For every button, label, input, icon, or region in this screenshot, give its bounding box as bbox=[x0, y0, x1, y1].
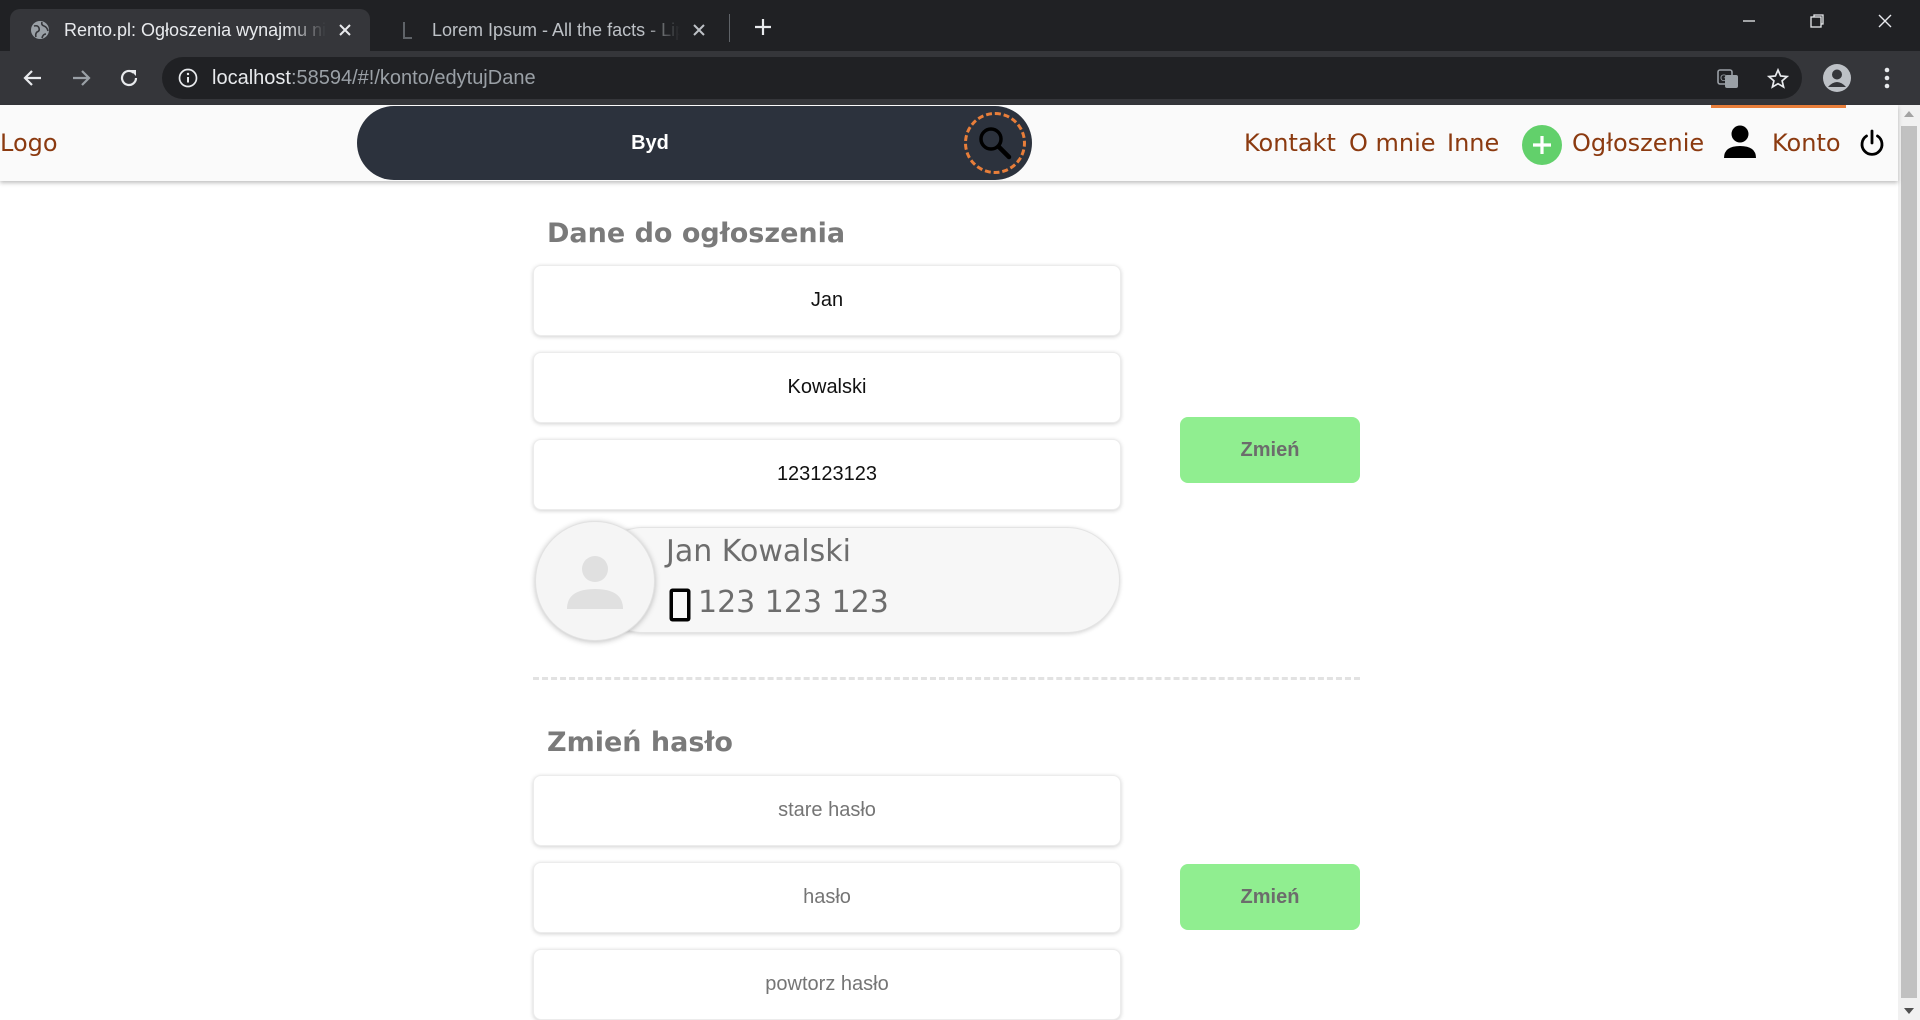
nav-link-o-mnie[interactable]: O mnie bbox=[1349, 129, 1436, 157]
url-text: localhost:58594/#!/konto/edytujDane bbox=[212, 67, 536, 89]
close-tab-icon[interactable] bbox=[334, 19, 356, 41]
tab-title: Rento.pl: Ogłoszenia wynajmu nieruchomoś… bbox=[64, 19, 326, 40]
repeat-password-field bbox=[533, 949, 1121, 1020]
new-tab-icon[interactable] bbox=[748, 12, 778, 42]
translate-icon[interactable]: G bbox=[1716, 67, 1740, 91]
site-logo[interactable]: Logo bbox=[0, 129, 58, 157]
preview-phone: 123 123 123 bbox=[698, 585, 889, 620]
close-window-icon[interactable] bbox=[1850, 0, 1920, 42]
search-input[interactable] bbox=[357, 106, 943, 180]
ad-data-section-title: Dane do ogłoszenia bbox=[547, 218, 846, 249]
last-name-field bbox=[533, 352, 1121, 423]
page-scrollbar[interactable] bbox=[1898, 105, 1920, 1020]
forward-arrow-icon[interactable] bbox=[64, 61, 98, 95]
site-header: Logo Kontakt O mnie Inne Ogłoszenie Kont… bbox=[0, 105, 1898, 181]
bookmark-star-icon[interactable] bbox=[1766, 67, 1790, 91]
last-name-input[interactable] bbox=[534, 353, 1120, 422]
minimize-icon[interactable] bbox=[1714, 0, 1784, 42]
phone-field bbox=[533, 439, 1121, 510]
active-nav-indicator bbox=[1711, 105, 1846, 108]
new-password-field bbox=[533, 862, 1121, 933]
avatar bbox=[535, 521, 655, 641]
nav-link-ogloszenie[interactable]: Ogłoszenie bbox=[1572, 129, 1704, 157]
profile-avatar-icon[interactable] bbox=[1822, 63, 1852, 93]
restore-icon[interactable] bbox=[1782, 0, 1852, 42]
phone-input[interactable] bbox=[534, 440, 1120, 509]
old-password-field bbox=[533, 775, 1121, 846]
add-icon[interactable] bbox=[1522, 125, 1562, 165]
scroll-up-arrow-icon[interactable] bbox=[1904, 111, 1914, 117]
browser-tab-strip: Rento.pl: Ogłoszenia wynajmu nieruchomoś… bbox=[0, 0, 1920, 51]
mobile-phone-icon bbox=[669, 588, 691, 622]
first-name-field bbox=[533, 265, 1121, 336]
nav-link-konto[interactable]: Konto bbox=[1772, 129, 1841, 157]
search-button[interactable] bbox=[964, 112, 1026, 174]
nav-link-kontakt[interactable]: Kontakt bbox=[1244, 129, 1336, 157]
browser-toolbar: localhost:58594/#!/konto/edytujDane G bbox=[0, 51, 1920, 105]
power-logout-icon[interactable] bbox=[1858, 129, 1886, 157]
browser-tab-rento[interactable]: Rento.pl: Ogłoszenia wynajmu nieruchomoś… bbox=[10, 9, 370, 51]
browser-tab-lipsum[interactable]: Lorem Ipsum - All the facts - Lipsum gen… bbox=[378, 9, 724, 51]
new-password-input[interactable] bbox=[534, 863, 1120, 932]
globe-icon bbox=[31, 21, 49, 39]
change-password-button[interactable]: Zmień bbox=[1180, 864, 1360, 930]
site-info-icon[interactable] bbox=[178, 68, 198, 88]
scroll-down-arrow-icon[interactable] bbox=[1904, 1008, 1914, 1014]
reload-icon[interactable] bbox=[112, 61, 146, 95]
close-tab-icon[interactable] bbox=[688, 19, 710, 41]
first-name-input[interactable] bbox=[534, 266, 1120, 335]
person-placeholder-icon bbox=[567, 556, 623, 609]
save-ad-data-button[interactable]: Zmień bbox=[1180, 417, 1360, 483]
browser-menu-icon[interactable] bbox=[1872, 63, 1902, 93]
scrollbar-thumb[interactable] bbox=[1901, 126, 1917, 998]
search-icon bbox=[979, 127, 1012, 160]
search-bar bbox=[357, 106, 1032, 180]
tab-separator bbox=[729, 14, 730, 42]
preview-name: Jan Kowalski bbox=[666, 534, 851, 569]
back-arrow-icon[interactable] bbox=[16, 61, 50, 95]
svg-text:G: G bbox=[1720, 74, 1727, 84]
old-password-input[interactable] bbox=[534, 776, 1120, 845]
nav-link-inne[interactable]: Inne bbox=[1447, 129, 1499, 157]
user-icon[interactable] bbox=[1722, 124, 1758, 160]
address-bar[interactable]: localhost:58594/#!/konto/edytujDane G bbox=[162, 57, 1802, 99]
password-section-title: Zmień hasło bbox=[547, 727, 733, 758]
tab-title: Lorem Ipsum - All the facts - Lipsum gen… bbox=[432, 19, 680, 40]
repeat-password-input[interactable] bbox=[534, 950, 1120, 1019]
section-divider bbox=[533, 677, 1360, 680]
lipsum-favicon-icon bbox=[403, 22, 412, 39]
